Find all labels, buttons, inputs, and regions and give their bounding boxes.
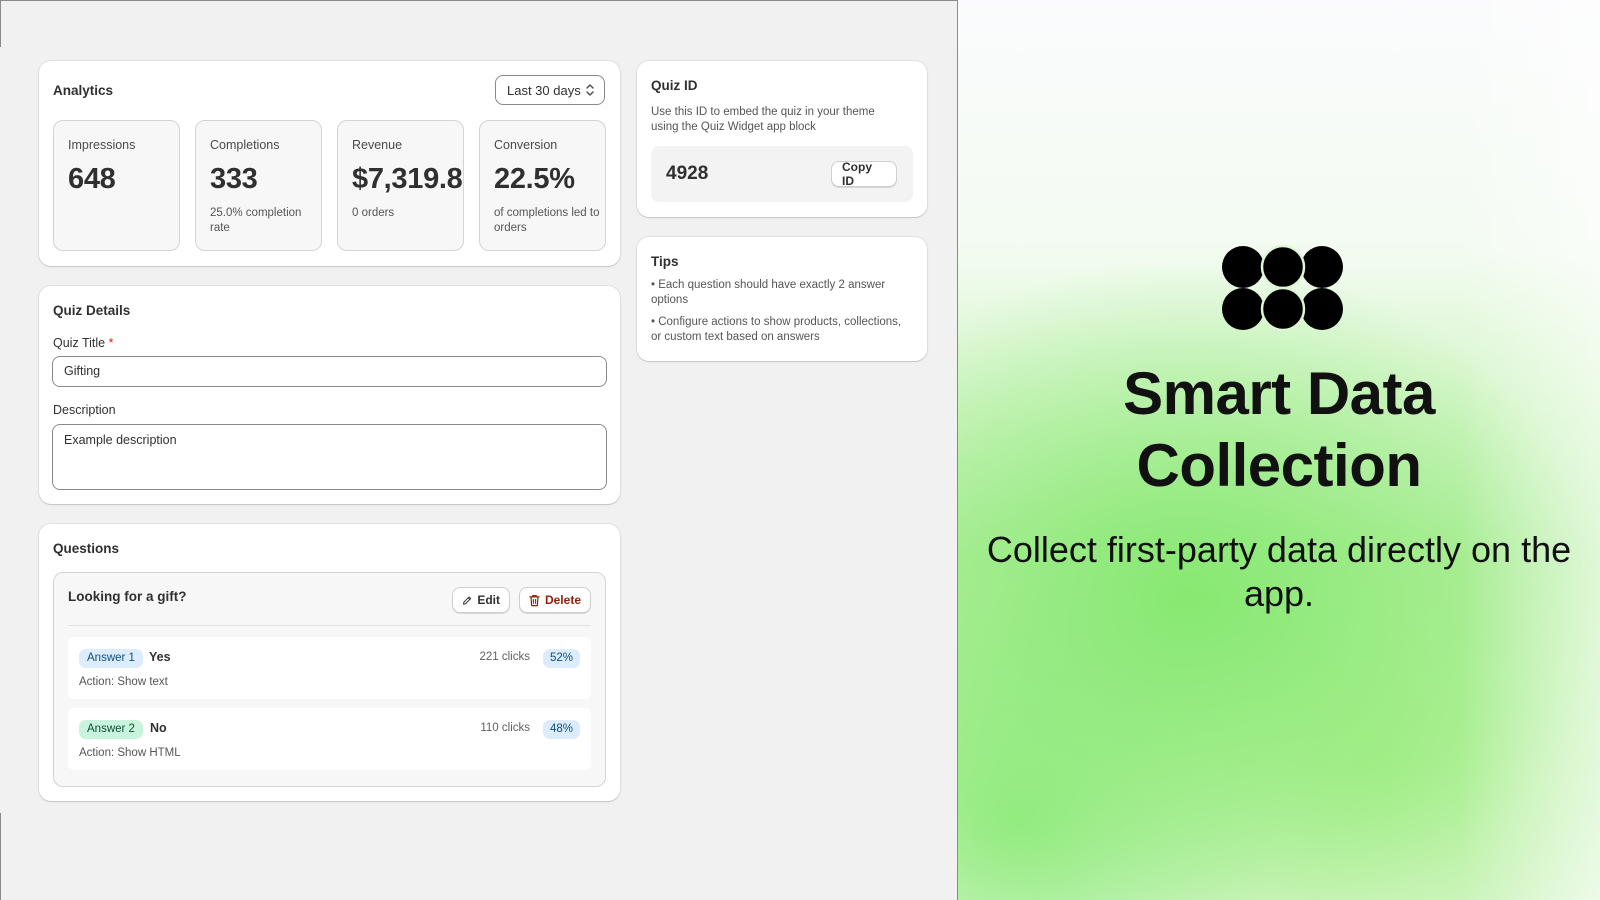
tips-title: Tips <box>651 254 679 269</box>
stat-value: $7,319.8 <box>352 163 463 195</box>
answer-action: Action: Show text <box>79 676 168 688</box>
quiz-details-card: Quiz Details Quiz Title * Gifting Descri… <box>39 286 620 504</box>
analytics-title: Analytics <box>53 83 114 98</box>
promo-title-line: Smart Data <box>1123 360 1435 427</box>
app-window: Analytics Last 30 days Impressions 648 C… <box>0 0 958 900</box>
description-label: Description <box>53 403 116 417</box>
stat-subtext: 0 orders <box>352 207 395 219</box>
questions-title: Questions <box>53 541 120 556</box>
question-text: Looking for a gift? <box>68 589 187 604</box>
date-range-value: Last 30 days <box>507 82 581 98</box>
answer-action: Action: Show HTML <box>79 747 181 759</box>
quiz-id-help: Use this ID to embed the quiz in your th… <box>651 106 875 133</box>
answer-row: Answer 1 Yes 221 clicks 52% Action: Show… <box>68 637 591 699</box>
stat-conversion: Conversion 22.5% of completions led to o… <box>479 120 606 251</box>
pencil-icon <box>462 595 472 605</box>
quiz-id-box: 4928 Copy ID <box>651 146 913 202</box>
quiz-title-label-text: Quiz Title <box>53 336 106 350</box>
quiz-id-value: 4928 <box>666 163 709 184</box>
stat-label: Completions <box>210 138 280 152</box>
date-range-select[interactable]: Last 30 days <box>495 75 605 105</box>
divider <box>68 625 591 626</box>
trash-icon <box>529 594 540 606</box>
copy-id-button[interactable]: Copy ID <box>831 160 897 188</box>
promo-title: Smart Data Collection <box>958 358 1600 502</box>
copy-id-label: Copy ID <box>842 160 872 188</box>
answer-text: Yes <box>149 650 171 664</box>
delete-label: Delete <box>544 593 581 607</box>
answer-text: No <box>150 721 167 735</box>
analytics-card: Analytics Last 30 days Impressions 648 C… <box>39 61 620 266</box>
stat-label: Revenue <box>352 138 403 152</box>
answer-badge: Answer 2 <box>79 720 143 739</box>
answer-percent-badge: 48% <box>542 720 580 739</box>
answer-clicks: 110 clicks <box>480 722 530 734</box>
edit-question-button[interactable]: Edit <box>452 587 510 613</box>
stat-value: 22.5% <box>494 163 575 195</box>
promo-panel: Smart Data Collection Collect first-part… <box>958 0 1600 900</box>
stat-subtext: of completions led to orders <box>494 207 600 234</box>
delete-question-button[interactable]: Delete <box>519 587 591 613</box>
quiz-details-title: Quiz Details <box>53 303 131 318</box>
stat-revenue: Revenue $7,319.8 0 orders <box>337 120 464 251</box>
edit-label: Edit <box>477 593 500 607</box>
questions-card: Questions Looking for a gift? Edit Delet… <box>39 524 620 801</box>
quiz-title-input[interactable]: Gifting <box>52 356 607 387</box>
answer-badge: Answer 1 <box>79 649 143 668</box>
window-edge <box>0 1 1 47</box>
question-item: Looking for a gift? Edit Delete Answer 1… <box>53 572 606 787</box>
stat-completions: Completions 333 25.0% completion rate <box>195 120 322 251</box>
stat-label: Impressions <box>68 138 136 152</box>
four-circle-logo-icon <box>1222 245 1343 331</box>
stat-label: Conversion <box>494 138 558 152</box>
description-textarea[interactable]: Example description <box>52 424 607 490</box>
stat-impressions: Impressions 648 <box>53 120 180 251</box>
answer-clicks: 221 clicks <box>479 651 531 663</box>
chevron-up-down-icon <box>586 84 594 96</box>
stat-value: 648 <box>68 163 116 195</box>
tip-item: • Each question should have exactly 2 an… <box>651 279 886 306</box>
promo-title-line: Collection <box>1136 432 1422 499</box>
window-edge <box>0 813 1 900</box>
stat-subtext: 25.0% completion rate <box>210 207 302 234</box>
answer-percent-badge: 52% <box>542 649 580 668</box>
answer-row: Answer 2 No 110 clicks 48% Action: Show … <box>68 708 591 770</box>
tip-item: • Configure actions to show products, co… <box>651 316 902 343</box>
quiz-id-title: Quiz ID <box>651 78 698 93</box>
quiz-id-card: Quiz ID Use this ID to embed the quiz in… <box>637 61 927 217</box>
tips-card: Tips • Each question should have exactly… <box>637 237 927 361</box>
quiz-title-label: Quiz Title * <box>53 336 113 350</box>
promo-subtitle: Collect first-party data directly on the… <box>986 529 1572 614</box>
stat-value: 333 <box>210 163 258 195</box>
required-mark: * <box>108 336 114 350</box>
